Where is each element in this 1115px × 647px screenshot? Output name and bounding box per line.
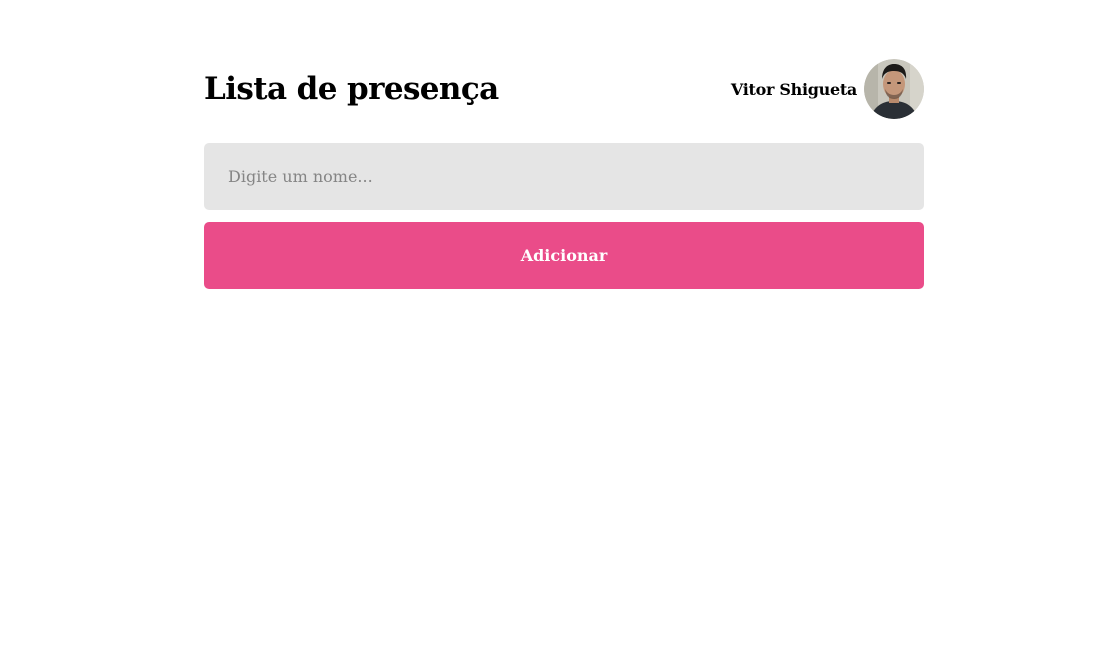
user-profile: Vitor Shigueta	[731, 59, 924, 119]
avatar	[864, 59, 924, 119]
page-title: Lista de presença	[204, 71, 499, 107]
app-container: Lista de presença Vitor Shigueta Digite …	[204, 59, 924, 289]
user-name: Vitor Shigueta	[730, 79, 857, 99]
page-header: Lista de presença Vitor Shigueta	[204, 59, 924, 119]
add-button[interactable]: Adicionar	[204, 222, 924, 289]
name-input[interactable]	[204, 143, 924, 210]
